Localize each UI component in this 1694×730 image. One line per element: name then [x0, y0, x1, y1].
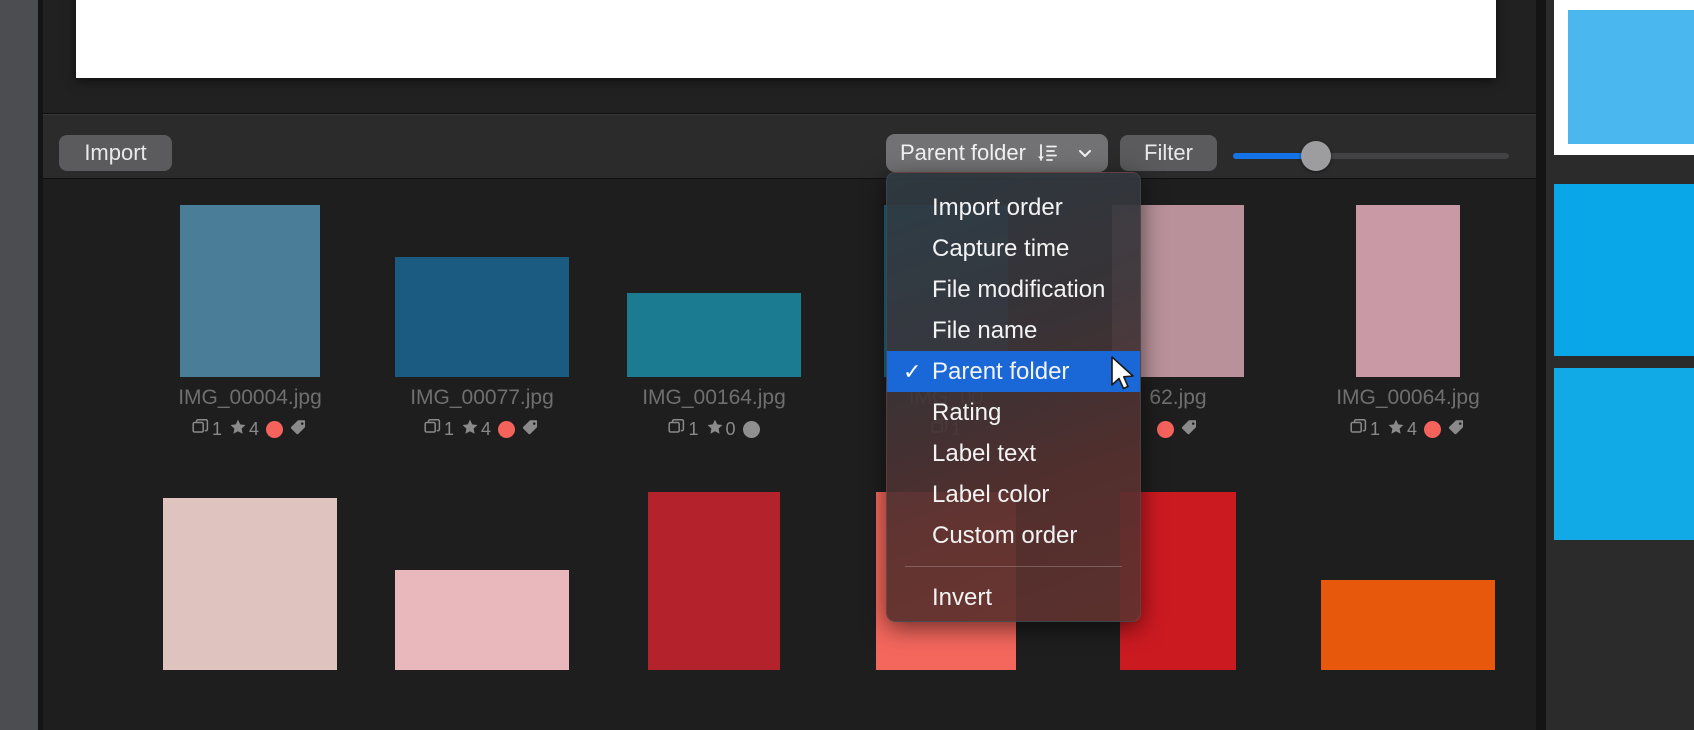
- thumbnail-browser[interactable]: IMG_00004.jpg 1 4 IMG_00077.jpg 1 4 IMG_00164.…: [43, 180, 1536, 730]
- tag-icon: [290, 418, 308, 441]
- filter-button[interactable]: Filter: [1120, 135, 1217, 171]
- menu-separator: [905, 566, 1122, 567]
- app-root: Import Parent folder Filter IMG_00004.jp…: [0, 0, 1694, 730]
- color-label-dot: [742, 421, 760, 438]
- menu-item-custom-order[interactable]: Custom order: [887, 515, 1140, 556]
- variants-count: 1: [688, 419, 699, 439]
- color-label-dot: [1424, 421, 1442, 438]
- variants-icon: [1350, 418, 1368, 441]
- thumbnail-size-slider[interactable]: [1233, 141, 1509, 171]
- check-icon: ✓: [903, 358, 922, 384]
- sort-descending-icon: [1036, 142, 1058, 164]
- thumbnail-cell[interactable]: [161, 470, 339, 708]
- thumbnail-image[interactable]: [395, 570, 569, 670]
- mouse-cursor: [1110, 355, 1136, 393]
- star-icon: [1387, 418, 1405, 441]
- thumbnail-image[interactable]: [648, 492, 780, 670]
- inspector-thumbnail-card[interactable]: [1554, 184, 1694, 356]
- menu-item-label: Capture time: [932, 234, 1070, 262]
- menu-item-file-name[interactable]: File name: [887, 310, 1140, 351]
- import-button[interactable]: Import: [59, 135, 172, 171]
- menu-item-label: File name: [932, 316, 1038, 344]
- rating-value: 4: [481, 419, 492, 439]
- browser-toolbar: Import Parent folder Filter: [43, 114, 1536, 179]
- thumbnail-metadata-badges: 14: [1319, 418, 1497, 441]
- menu-item-label-text[interactable]: Label text: [887, 433, 1140, 474]
- sort-order-dropdown[interactable]: Parent folder: [886, 134, 1108, 172]
- thumbnail-filename: IMG_00164.jpg: [642, 386, 786, 409]
- right-panel-divider: [1536, 0, 1546, 730]
- menu-item-label: Import order: [932, 193, 1063, 221]
- color-label-dot: [266, 421, 284, 438]
- rating-value: 4: [1407, 419, 1418, 439]
- tag-icon: [522, 418, 540, 441]
- menu-item-file-modification[interactable]: File modification: [887, 269, 1140, 310]
- main-column: Import Parent folder Filter IMG_00004.jp…: [43, 0, 1536, 730]
- thumbnail-image[interactable]: [163, 498, 337, 670]
- inspector-thumbnail-card[interactable]: [1554, 0, 1694, 155]
- right-inspector-panel[interactable]: [1546, 0, 1694, 730]
- sort-order-label: Parent folder: [900, 140, 1026, 165]
- tag-icon: [1181, 418, 1199, 441]
- variants-count: 1: [1369, 419, 1380, 439]
- sort-order-menu[interactable]: Import order Capture time File modificatio…: [886, 172, 1141, 622]
- thumbnail-image[interactable]: [180, 205, 320, 377]
- thumbnail-cell[interactable]: IMG_00004.jpg 1 4: [161, 190, 339, 448]
- variants-icon: [424, 418, 442, 441]
- menu-item-capture-time[interactable]: Capture time: [887, 228, 1140, 269]
- chevron-down-icon: [1076, 144, 1094, 162]
- thumbnail-filename: IMG_00077.jpg: [410, 386, 554, 409]
- star-icon: [706, 418, 724, 441]
- thumbnail-cell[interactable]: [625, 470, 803, 708]
- star-icon: [461, 418, 479, 441]
- thumbnail-image[interactable]: [627, 293, 801, 377]
- thumbnail-image[interactable]: [395, 257, 569, 377]
- rating-value: 4: [249, 419, 260, 439]
- thumbnail-filename: IMG_00064.jpg: [1336, 386, 1480, 409]
- thumbnail-cell[interactable]: [1319, 470, 1497, 708]
- image-viewer: [43, 0, 1536, 114]
- menu-item-label: Label text: [932, 439, 1037, 467]
- inspector-thumbnail-card[interactable]: [1554, 368, 1694, 540]
- thumbnail-image[interactable]: [1356, 205, 1460, 377]
- variants-icon: [668, 418, 686, 441]
- left-sidebar-strip: [0, 0, 38, 730]
- menu-item-label: Custom order: [932, 521, 1078, 549]
- viewer-page[interactable]: [76, 0, 1496, 78]
- menu-item-parent-folder[interactable]: ✓ Parent folder: [887, 351, 1140, 392]
- menu-item-import-order[interactable]: Import order: [887, 187, 1140, 228]
- thumbnail-filename: IMG_00004.jpg: [178, 386, 322, 409]
- menu-item-label: Rating: [932, 398, 1002, 426]
- variants-count: 1: [443, 419, 454, 439]
- menu-item-rating[interactable]: Rating: [887, 392, 1140, 433]
- menu-item-label: Label color: [932, 480, 1050, 508]
- thumbnail-image[interactable]: [1321, 580, 1495, 670]
- color-label-dot: [498, 421, 516, 438]
- thumbnail-metadata-badges: 14: [161, 418, 339, 441]
- inspector-thumbnail-image: [1568, 10, 1694, 144]
- thumbnail-cell[interactable]: IMG_00164.jpg 1 0: [625, 190, 803, 448]
- thumbnail-cell[interactable]: IMG_00077.jpg 1 4: [393, 190, 571, 448]
- rating-value: 0: [725, 419, 736, 439]
- menu-item-label-color[interactable]: Label color: [887, 474, 1140, 515]
- variants-count: 1: [211, 419, 222, 439]
- menu-item-invert[interactable]: Invert: [887, 577, 1140, 618]
- menu-item-label: File modification: [932, 275, 1106, 303]
- star-icon: [229, 418, 247, 441]
- thumbnail-metadata-badges: 14: [393, 418, 571, 441]
- thumbnail-metadata-badges: 10: [625, 418, 803, 441]
- tag-icon: [1448, 418, 1466, 441]
- color-label-dot: [1157, 421, 1174, 438]
- variants-icon: [192, 418, 210, 441]
- thumbnail-cell[interactable]: [393, 470, 571, 708]
- menu-item-label: Invert: [932, 583, 993, 611]
- slider-thumb[interactable]: [1301, 141, 1331, 171]
- menu-item-label: Parent folder: [932, 357, 1070, 385]
- thumbnail-cell[interactable]: IMG_00064.jpg 1 4: [1319, 190, 1497, 448]
